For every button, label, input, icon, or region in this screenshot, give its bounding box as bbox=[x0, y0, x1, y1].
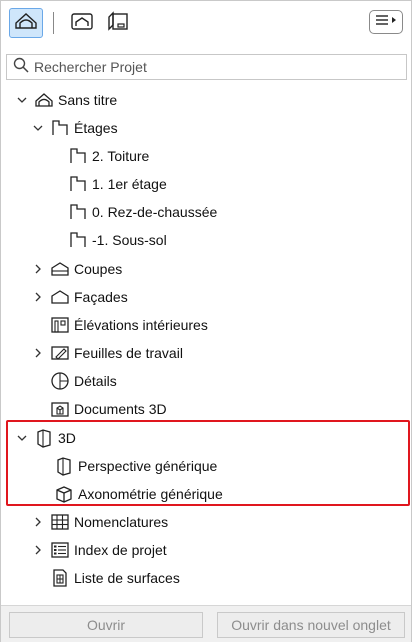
tree-item-label: Façades bbox=[74, 289, 128, 305]
tree-item-index[interactable]: Index de projet bbox=[31, 537, 167, 563]
story-icon bbox=[67, 145, 89, 167]
view-map-icon bbox=[70, 11, 94, 36]
list-document-icon bbox=[49, 567, 71, 589]
story-icon bbox=[67, 173, 89, 195]
layout-book-tab[interactable] bbox=[101, 8, 135, 38]
tree-item-label: Nomenclatures bbox=[74, 514, 169, 530]
house-icon bbox=[33, 89, 55, 111]
tree-item-story[interactable]: 2. Toiture bbox=[67, 143, 149, 169]
tree-item-label: -1. Sous-sol bbox=[92, 232, 167, 248]
tree-item-label: Index de projet bbox=[74, 542, 167, 558]
tree-item-documents3d[interactable]: Documents 3D bbox=[49, 396, 167, 422]
document-3d-icon bbox=[49, 398, 71, 420]
tree-item-label: 0. Rez-de-chaussée bbox=[92, 204, 218, 220]
tree-item-label: Perspective générique bbox=[78, 458, 218, 474]
search-field[interactable] bbox=[6, 54, 407, 80]
story-icon bbox=[67, 229, 89, 251]
chevron-right-icon[interactable] bbox=[31, 543, 45, 557]
tree-item-axonometrie[interactable]: Axonométrie générique bbox=[53, 481, 223, 507]
chevron-down-icon[interactable] bbox=[15, 431, 29, 445]
tree-item-coupes[interactable]: Coupes bbox=[31, 256, 122, 282]
search-icon bbox=[13, 57, 29, 78]
tree-item-label: Sans titre bbox=[58, 92, 118, 108]
project-index-icon bbox=[49, 539, 71, 561]
tree-item-story[interactable]: 1. 1er étage bbox=[67, 171, 167, 197]
chevron-down-icon[interactable] bbox=[15, 93, 29, 107]
perspective-icon bbox=[53, 455, 75, 477]
tree-item-facades[interactable]: Façades bbox=[31, 284, 128, 310]
schedule-grid-icon bbox=[49, 511, 71, 533]
tree-item-label: Détails bbox=[74, 373, 117, 389]
tree-item-etages[interactable]: Étages bbox=[31, 115, 118, 141]
tree-item-3d[interactable]: 3D bbox=[15, 425, 76, 451]
story-icon bbox=[49, 117, 71, 139]
tree-item-label: Étages bbox=[74, 120, 118, 136]
tree-item-story[interactable]: 0. Rez-de-chaussée bbox=[67, 199, 217, 225]
tree-item-elevations[interactable]: Élévations intérieures bbox=[49, 312, 208, 338]
tree-item-perspective[interactable]: Perspective générique bbox=[53, 453, 217, 479]
section-icon bbox=[49, 258, 71, 280]
3d-view-icon bbox=[33, 427, 55, 449]
interior-elevation-icon bbox=[49, 314, 71, 336]
navigator-toolbar bbox=[1, 1, 411, 45]
tree-item-feuilles[interactable]: Feuilles de travail bbox=[31, 340, 183, 366]
layout-book-icon bbox=[106, 10, 130, 37]
project-navigator-panel: Sans titre Étages 2. Toiture 1. 1er étag… bbox=[0, 0, 412, 642]
tree-item-label: Axonométrie générique bbox=[78, 486, 223, 502]
footer-bar: Ouvrir Ouvrir dans nouvel onglet bbox=[1, 605, 411, 642]
chevron-down-icon[interactable] bbox=[31, 121, 45, 135]
toolbar-divider bbox=[53, 12, 54, 34]
tree-item-story[interactable]: -1. Sous-sol bbox=[67, 227, 167, 253]
search-input[interactable] bbox=[34, 59, 394, 75]
elevation-icon bbox=[49, 286, 71, 308]
chevron-right-icon[interactable] bbox=[31, 346, 45, 360]
tree-item-label: Feuilles de travail bbox=[74, 345, 183, 361]
tree-item-details[interactable]: Détails bbox=[49, 368, 117, 394]
tree-item-nomenclatures[interactable]: Nomenclatures bbox=[31, 509, 168, 535]
tree-item-label: Liste de surfaces bbox=[74, 570, 180, 586]
axonometry-icon bbox=[53, 483, 75, 505]
tree-item-root[interactable]: Sans titre bbox=[15, 87, 117, 113]
tree-item-label: Élévations intérieures bbox=[74, 317, 208, 333]
project-map-tab[interactable] bbox=[9, 8, 43, 38]
worksheet-icon bbox=[49, 342, 71, 364]
tree-item-label: Coupes bbox=[74, 261, 123, 277]
chevron-right-icon[interactable] bbox=[31, 515, 45, 529]
tree-item-label: 1. 1er étage bbox=[92, 176, 167, 192]
options-menu-button[interactable] bbox=[369, 10, 403, 34]
open-button[interactable]: Ouvrir bbox=[9, 612, 203, 638]
tree-item-label: 2. Toiture bbox=[92, 148, 150, 164]
story-icon bbox=[67, 201, 89, 223]
tree-item-label: Documents 3D bbox=[74, 401, 167, 417]
detail-icon bbox=[49, 370, 71, 392]
tree-item-surfaces[interactable]: Liste de surfaces bbox=[49, 565, 180, 591]
tree-item-label: 3D bbox=[58, 430, 76, 446]
open-new-tab-button[interactable]: Ouvrir dans nouvel onglet bbox=[217, 612, 405, 638]
chevron-right-icon[interactable] bbox=[31, 290, 45, 304]
house-icon bbox=[14, 11, 38, 36]
hamburger-menu-icon bbox=[373, 13, 399, 32]
chevron-right-icon[interactable] bbox=[31, 262, 45, 276]
view-map-tab[interactable] bbox=[65, 8, 99, 38]
